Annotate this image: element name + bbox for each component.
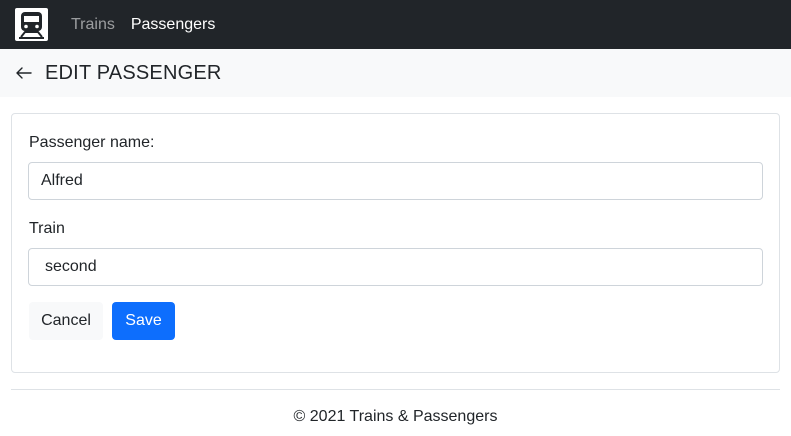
- save-button[interactable]: Save: [112, 302, 175, 340]
- train-icon: [15, 8, 48, 41]
- train-select-value: second: [45, 258, 97, 275]
- brand-logo[interactable]: [15, 8, 48, 41]
- cancel-button[interactable]: Cancel: [29, 302, 103, 340]
- back-button[interactable]: [14, 63, 34, 83]
- top-navbar: Trains Passengers: [0, 0, 791, 49]
- footer-copyright: © 2021 Trains & Passengers: [293, 408, 498, 425]
- train-label: Train: [29, 220, 65, 237]
- train-select[interactable]: second: [28, 248, 763, 286]
- page-header: EDIT PASSENGER: [0, 49, 791, 97]
- passenger-name-input[interactable]: [28, 162, 763, 200]
- passenger-name-label: Passenger name:: [29, 134, 155, 151]
- nav-link-trains[interactable]: Trains: [71, 15, 115, 35]
- nav-link-passengers[interactable]: Passengers: [131, 15, 216, 35]
- page-title: EDIT PASSENGER: [45, 62, 222, 84]
- footer-divider: [11, 389, 780, 390]
- arrow-left-icon: [16, 67, 32, 79]
- edit-passenger-card: Passenger name: Train second Cancel Save: [11, 113, 780, 373]
